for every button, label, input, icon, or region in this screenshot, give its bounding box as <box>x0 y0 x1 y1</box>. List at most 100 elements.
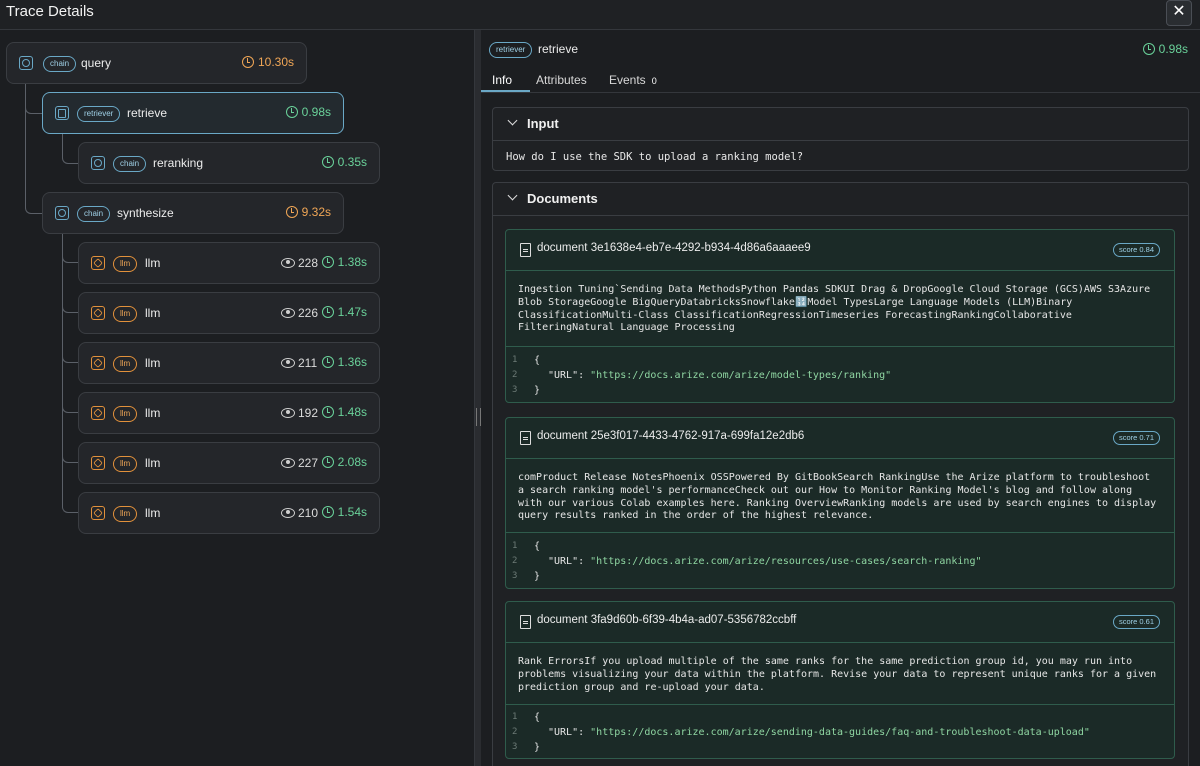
span-name: retrieve <box>127 106 168 120</box>
line-number: 2 <box>512 556 518 566</box>
document-metadata-code: 1 { 2 "URL": "https://docs.arize.com/ari… <box>506 346 1174 403</box>
documents-section-header[interactable]: Documents <box>493 183 1188 216</box>
input-value: How do I use the SDK to upload a ranking… <box>506 151 804 163</box>
span-latency: 10.30s <box>241 55 294 69</box>
clock-icon <box>321 456 334 468</box>
file-icon <box>520 431 531 445</box>
line-number: 3 <box>512 385 518 395</box>
span-name: llm <box>145 356 161 370</box>
span-latency: 9.32s <box>285 205 331 219</box>
span-node-llm[interactable]: llm llm 210 1.54s <box>78 492 380 534</box>
retriever-icon <box>55 106 69 120</box>
clock-icon <box>321 406 334 418</box>
code-line: "URL": "https://docs.arize.com/arize/mod… <box>548 370 892 381</box>
span-latency: 1.38s <box>321 255 367 269</box>
span-name: llm <box>145 406 161 420</box>
llm-icon <box>91 406 105 420</box>
token-count: 228 <box>281 256 318 270</box>
span-node-query[interactable]: chain query 10.30s <box>6 42 307 84</box>
token-count: 192 <box>281 406 318 420</box>
token-icon <box>281 458 295 468</box>
span-name: llm <box>145 306 161 320</box>
llm-icon <box>91 256 105 270</box>
token-icon <box>281 308 295 318</box>
score-badge: score 0.61 <box>1112 615 1160 629</box>
clock-icon <box>321 306 334 318</box>
llm-icon <box>91 356 105 370</box>
score-badge: score 0.71 <box>1112 431 1160 445</box>
line-number: 3 <box>512 571 518 581</box>
span-node-reranking[interactable]: chain reranking 0.35s <box>78 142 380 184</box>
span-node-retrieve[interactable]: retriever retrieve 0.98s <box>42 92 344 134</box>
span-latency: 0.35s <box>321 155 367 169</box>
documents-section-title: Documents <box>527 191 598 206</box>
span-kind-badge: chain <box>113 156 147 172</box>
span-name: llm <box>145 506 161 520</box>
clock-icon <box>285 106 298 118</box>
token-icon <box>281 358 295 368</box>
document-title: document 3fa9d60b-6f39-4b4a-ad07-5356782… <box>537 614 797 626</box>
span-kind-badge: llm <box>113 306 138 322</box>
span-kind-badge: llm <box>113 356 138 372</box>
document-card: document 3e1638e4-eb7e-4292-b934-4d86a6a… <box>505 229 1175 403</box>
code-line: "URL": "https://docs.arize.com/arize/res… <box>548 556 982 567</box>
code-line: } <box>534 385 541 396</box>
tab-info[interactable]: Info <box>492 73 512 87</box>
span-kind-badge: llm <box>113 456 138 472</box>
token-count: 211 <box>281 356 317 370</box>
code-line: "URL": "https://docs.arize.com/arize/sen… <box>548 727 1090 738</box>
title-bar: Trace Details ✕ <box>0 0 1200 30</box>
document-header: document 25e3f017-4433-4762-917a-699fa12… <box>506 418 1174 459</box>
clock-icon <box>241 56 254 68</box>
span-kind-badge: llm <box>113 256 138 272</box>
llm-icon <box>91 306 105 320</box>
code-line: { <box>534 355 541 366</box>
token-count: 210 <box>281 506 318 520</box>
span-node-synthesize[interactable]: chain synthesize 9.32s <box>42 192 344 234</box>
chevron-down-icon <box>507 115 518 126</box>
document-metadata-code: 1 { 2 "URL": "https://docs.arize.com/ari… <box>506 532 1174 589</box>
clock-icon <box>321 356 334 368</box>
tree-connector <box>25 75 43 214</box>
span-node-llm[interactable]: llm llm 226 1.47s <box>78 292 380 334</box>
clock-icon <box>321 256 334 268</box>
span-latency: 1.36s <box>321 355 367 369</box>
detail-tabs: Info Attributes Events 0 <box>481 68 1200 93</box>
span-latency: 2.08s <box>321 455 367 469</box>
document-metadata-code: 1 { 2 "URL": "https://docs.arize.com/ari… <box>506 704 1174 759</box>
detail-kind-badge: retriever <box>489 42 533 58</box>
span-node-llm[interactable]: llm llm 227 2.08s <box>78 442 380 484</box>
trace-tree-panel: chain query 10.30s retriever retrieve 0.… <box>0 30 474 766</box>
code-line: { <box>534 541 541 552</box>
span-node-llm[interactable]: llm llm 192 1.48s <box>78 392 380 434</box>
clock-icon <box>321 506 334 518</box>
file-icon <box>520 243 531 257</box>
events-count: 0 <box>651 76 657 86</box>
input-section-header[interactable]: Input <box>493 108 1188 141</box>
line-number: 2 <box>512 370 518 380</box>
detail-span-name: retrieve <box>538 42 579 56</box>
line-number: 2 <box>512 727 518 737</box>
span-node-llm[interactable]: llm llm 211 1.36s <box>78 342 380 384</box>
documents-section: Documents document 3e1638e4-eb7e-4292-b9… <box>492 182 1189 766</box>
token-count: 226 <box>281 306 318 320</box>
document-card: document 25e3f017-4433-4762-917a-699fa12… <box>505 417 1175 589</box>
span-latency: 1.47s <box>321 305 367 319</box>
document-header: document 3fa9d60b-6f39-4b4a-ad07-5356782… <box>506 602 1174 643</box>
token-icon <box>281 508 295 518</box>
span-name: synthesize <box>117 206 174 220</box>
close-button[interactable]: ✕ <box>1166 0 1192 26</box>
document-content: Ingestion Tuning`Sending Data MethodsPyt… <box>518 284 1151 334</box>
input-section-title: Input <box>527 116 559 131</box>
token-icon <box>281 258 295 268</box>
document-content: Rank ErrorsIf you upload multiple of the… <box>518 656 1157 693</box>
line-number: 1 <box>512 712 518 722</box>
token-count: 227 <box>281 456 318 470</box>
document-title: document 25e3f017-4433-4762-917a-699fa12… <box>537 430 805 442</box>
tab-attributes[interactable]: Attributes <box>536 73 587 87</box>
tab-events[interactable]: Events 0 <box>609 73 657 87</box>
llm-icon <box>91 456 105 470</box>
span-node-llm[interactable]: llm llm 228 1.38s <box>78 242 380 284</box>
span-kind-badge: chain <box>43 56 77 72</box>
span-name: llm <box>145 456 161 470</box>
